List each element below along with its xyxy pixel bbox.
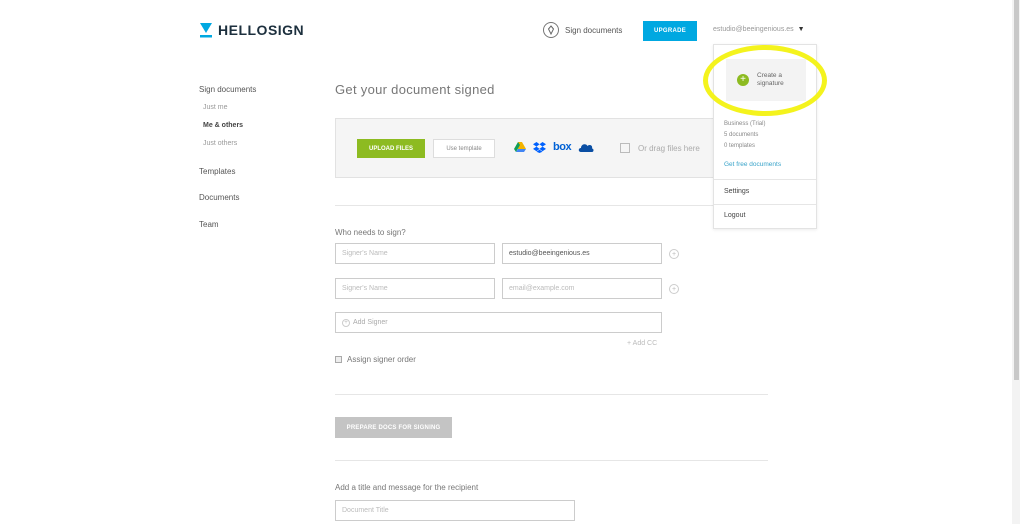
signer-name-input[interactable]: Signer's Name xyxy=(335,278,495,299)
signer-email-input[interactable]: email@example.com xyxy=(502,278,662,299)
add-signer-label: Add Signer xyxy=(353,319,388,326)
who-needs-to-sign-label: Who needs to sign? xyxy=(335,228,406,237)
google-drive-icon[interactable] xyxy=(514,142,526,152)
assign-signer-order[interactable]: Assign signer order xyxy=(335,355,416,364)
divider xyxy=(335,460,768,461)
drag-files-label: Or drag files here xyxy=(638,143,700,153)
logo-text: HELLOSIGN xyxy=(218,22,305,38)
page-title: Get your document signed xyxy=(335,82,495,97)
sidebar-item-documents[interactable]: Documents xyxy=(199,193,239,202)
prepare-docs-button[interactable]: PREPARE DOCS FOR SIGNING xyxy=(335,417,452,438)
divider xyxy=(714,204,816,205)
file-drop-icon xyxy=(620,143,630,153)
scrollbar-thumb[interactable] xyxy=(1014,0,1019,380)
settings-menu-item[interactable]: Settings xyxy=(724,188,749,195)
drag-files-hint: Or drag files here xyxy=(620,143,700,153)
sidebar-item-team[interactable]: Team xyxy=(199,220,219,229)
add-circle-icon[interactable]: + xyxy=(669,249,679,259)
add-cc-link[interactable]: + Add CC xyxy=(627,340,657,347)
upload-files-button[interactable]: UPLOAD FILES xyxy=(357,139,425,158)
account-email: estudio@beeingenious.es xyxy=(713,26,794,33)
onedrive-icon[interactable] xyxy=(578,142,594,152)
cloud-services: box xyxy=(514,141,594,153)
hellosign-logo[interactable]: HELLOSIGN xyxy=(199,22,304,38)
chevron-down-icon: ▼ xyxy=(797,26,805,33)
divider xyxy=(335,205,768,206)
add-signer-button[interactable]: + Add Signer xyxy=(335,312,662,333)
divider xyxy=(714,179,816,180)
pen-badge-icon xyxy=(543,22,559,38)
use-template-button[interactable]: Use template xyxy=(433,139,495,158)
sidebar-item-just-me[interactable]: Just me xyxy=(203,104,228,111)
divider xyxy=(335,394,768,395)
account-menu-toggle[interactable]: estudio@beeingenious.es ▼ xyxy=(713,26,805,33)
document-title-input[interactable]: Document Title xyxy=(335,500,575,521)
hellosign-logo-icon xyxy=(200,23,212,38)
get-free-documents-link[interactable]: Get free documents xyxy=(724,161,781,168)
assign-order-label: Assign signer order xyxy=(347,355,416,364)
plus-icon: + xyxy=(342,318,350,327)
sign-documents-link[interactable]: Sign documents xyxy=(543,22,622,38)
plan-name: Business (Trial) xyxy=(724,121,766,127)
signer-name-input[interactable]: Signer's Name xyxy=(335,243,495,264)
logout-menu-item[interactable]: Logout xyxy=(724,212,745,219)
sign-documents-label: Sign documents xyxy=(565,25,623,35)
templates-count: 0 templates xyxy=(724,143,756,149)
add-title-message-label: Add a title and message for the recipien… xyxy=(335,483,479,492)
upgrade-button[interactable]: UPGRADE xyxy=(643,21,697,41)
sidebar-item-me-and-others[interactable]: Me & others xyxy=(203,122,243,129)
box-icon[interactable]: box xyxy=(553,141,572,153)
highlight-circle xyxy=(703,45,827,116)
sidebar-item-templates[interactable]: Templates xyxy=(199,167,235,176)
add-circle-icon[interactable]: + xyxy=(669,284,679,294)
assign-order-checkbox[interactable] xyxy=(335,356,342,363)
sidebar-item-sign-documents[interactable]: Sign documents xyxy=(199,85,256,94)
signer-email-input[interactable]: estudio@beeingenious.es xyxy=(502,243,662,264)
sidebar-item-just-others[interactable]: Just others xyxy=(203,140,237,147)
dropbox-icon[interactable] xyxy=(533,141,546,153)
documents-count: 5 documents xyxy=(724,132,759,138)
